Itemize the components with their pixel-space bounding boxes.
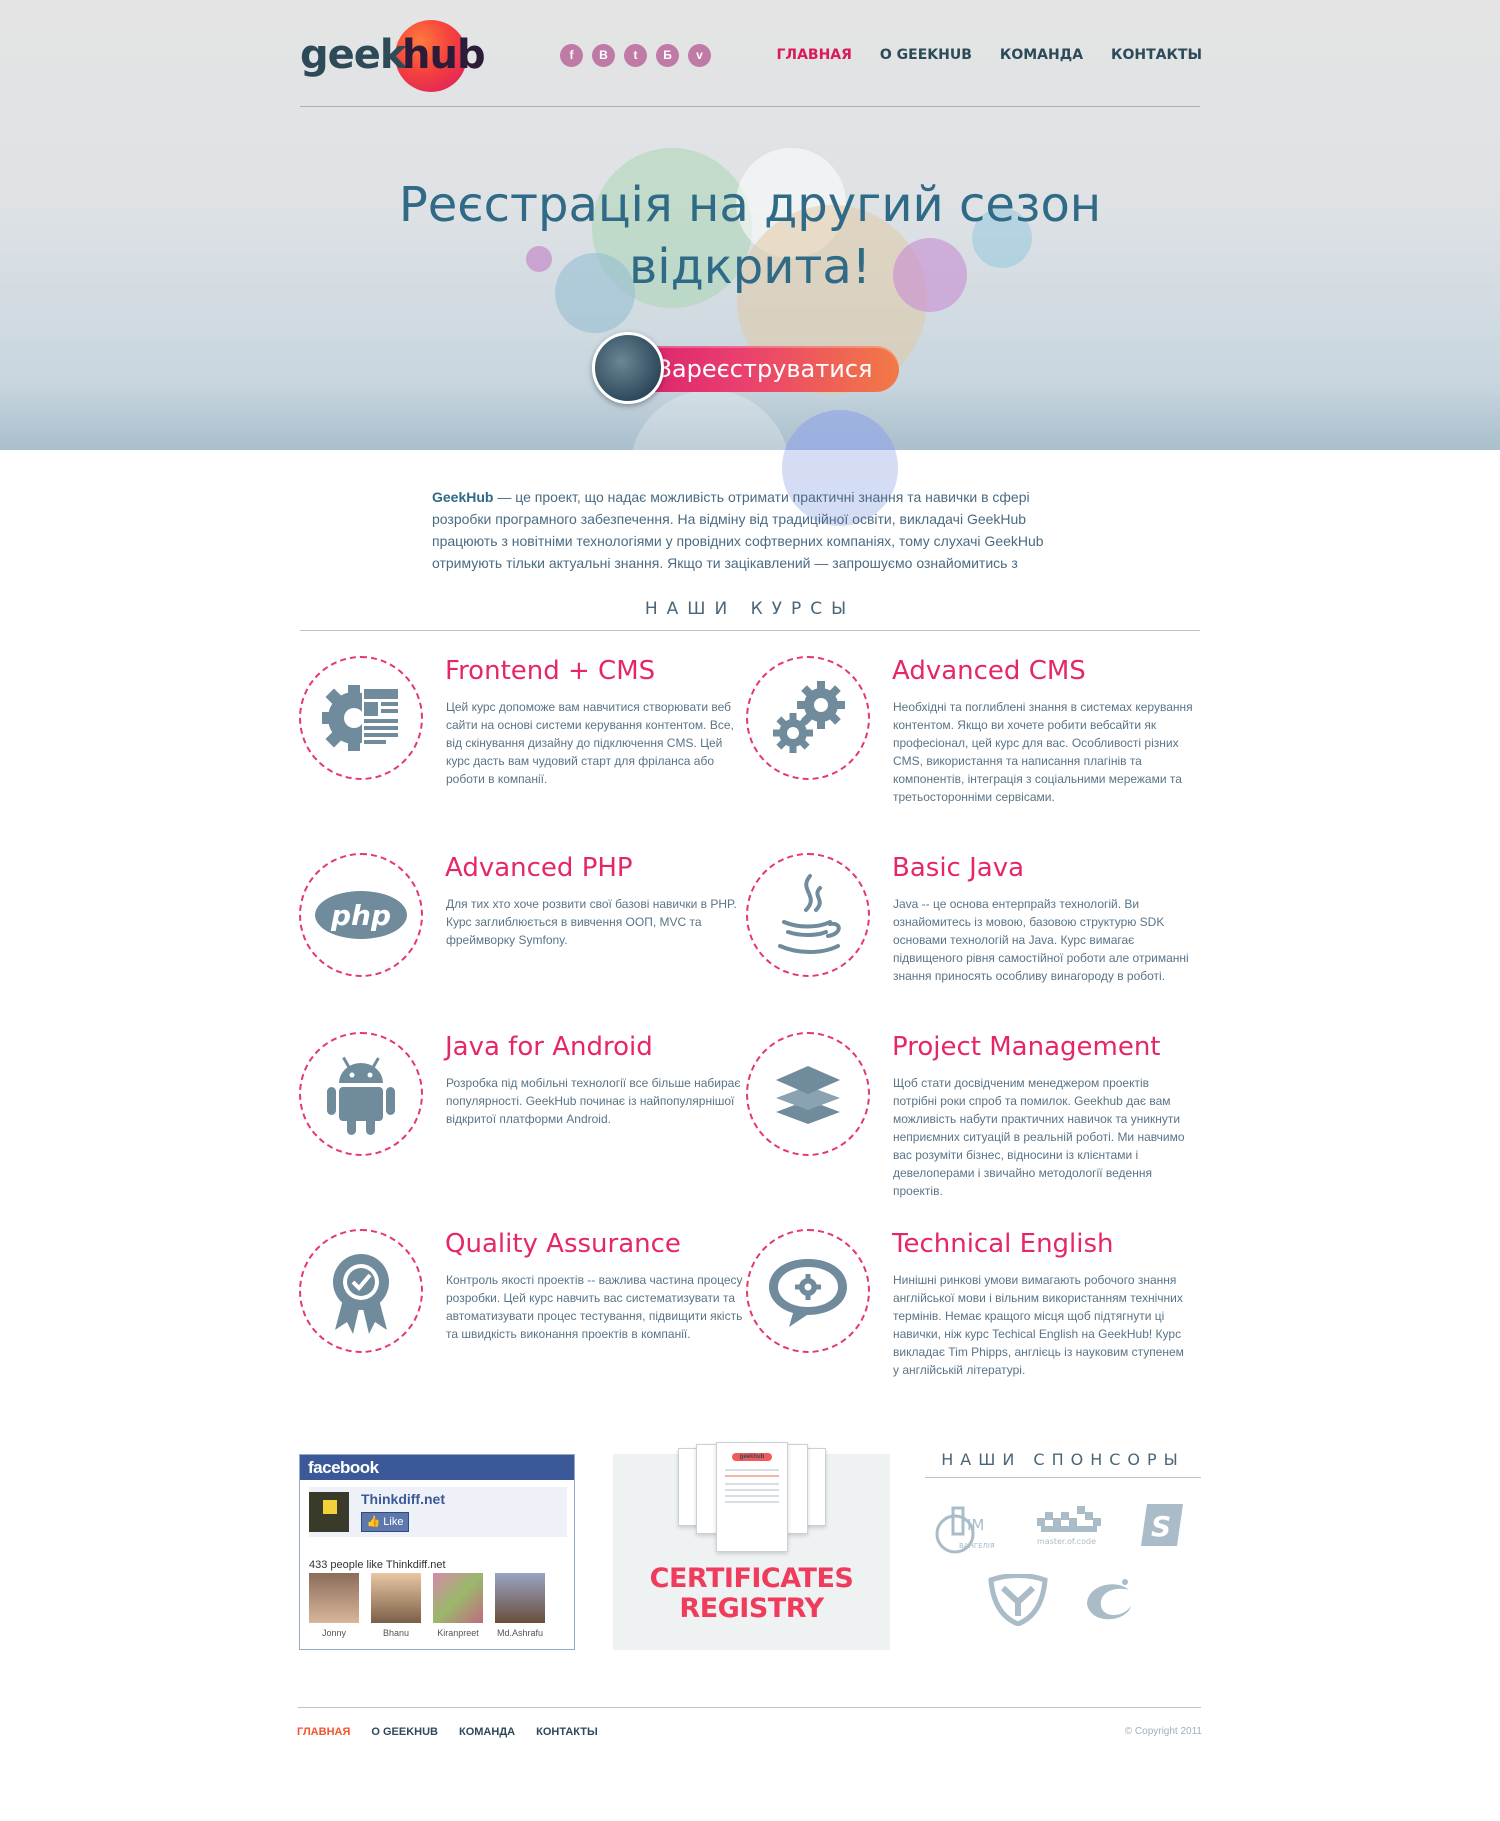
geekhub-logo[interactable]: geek hub <box>300 18 486 92</box>
gears-icon <box>746 656 870 780</box>
main-nav: ГЛАВНАЯ О GEEKHUB КОМАНДА КОНТАКТЫ <box>777 47 1202 63</box>
course-description: Розробка під мобільні технології все біл… <box>446 1076 741 1126</box>
facebook-person[interactable]: Bhanu <box>371 1573 421 1638</box>
hero-title: Реєстрація на другий сезон відкрита! <box>0 174 1500 298</box>
footer-nav-home[interactable]: ГЛАВНАЯ <box>297 1726 350 1738</box>
certificates-registry-banner[interactable]: geekhub CERTIFICATES REGISTRY <box>613 1442 890 1650</box>
certificate-documents-icon: geekhub <box>678 1442 826 1560</box>
layers-icon <box>746 1032 870 1156</box>
svg-text:php: php <box>330 899 391 932</box>
facebook-like-count: 433 people like Thinkdiff.net <box>309 1559 446 1571</box>
nav-about[interactable]: О GEEKHUB <box>880 47 972 63</box>
svg-text:S: S <box>1151 1510 1171 1543</box>
course-description: Нинішні ринкові умови вимагають робочого… <box>893 1273 1184 1377</box>
facebook-page-thumbnail[interactable] <box>309 1492 349 1532</box>
hero-title-line2: відкрита! <box>628 239 872 295</box>
intro-brand: GeekHub <box>432 489 494 505</box>
avatar[interactable] <box>309 1573 359 1623</box>
java-icon <box>746 853 870 977</box>
php-icon: php <box>299 853 423 977</box>
master-of-code-logo[interactable]: master.of.code <box>1033 1502 1107 1548</box>
facebook-icon[interactable]: f <box>560 44 583 67</box>
intro-body: — це проект, що надає можливість отримат… <box>432 489 1044 571</box>
svg-text:ВАНГЕЛІЯ: ВАНГЕЛІЯ <box>959 1542 995 1550</box>
course-title[interactable]: Java for Android <box>445 1032 653 1062</box>
nav-contacts[interactable]: КОНТАКТЫ <box>1111 47 1202 63</box>
y-shield-logo[interactable] <box>987 1573 1049 1627</box>
avatar[interactable] <box>371 1573 421 1623</box>
logo-hub-text: hub <box>402 32 486 78</box>
vkontakte-icon[interactable]: B <box>592 44 615 67</box>
footer-nav-about[interactable]: О GEEKHUB <box>371 1726 438 1738</box>
certificates-registry-text[interactable]: CERTIFICATES REGISTRY <box>613 1564 890 1624</box>
intro-text: GeekHub — це проект, що надає можливість… <box>432 486 1092 574</box>
courses-divider <box>300 630 1200 631</box>
hero-banner: Реєстрація на другий сезон відкрита! Зар… <box>0 0 1500 450</box>
course-description: Щоб стати досвідченим менеджером проекті… <box>893 1076 1185 1198</box>
swirl-logo[interactable] <box>1079 1574 1139 1626</box>
footer-nav: ГЛАВНАЯ О GEEKHUB КОМАНДА КОНТАКТЫ <box>297 1726 598 1738</box>
facebook-header: facebook <box>300 1455 574 1480</box>
social-links: f B t Б v <box>560 44 711 67</box>
s-logo[interactable]: S <box>1137 1502 1187 1548</box>
facebook-page[interactable]: Thinkdiff.net 👍 Like <box>309 1487 567 1537</box>
facebook-like-button[interactable]: 👍 Like <box>361 1512 409 1532</box>
sponsors-block: НАШИ СПОНСОРЫ IM ВАНГЕЛІЯ master.of.code… <box>925 1450 1201 1650</box>
avatar[interactable] <box>433 1573 483 1623</box>
course-title[interactable]: Basic Java <box>892 853 1024 883</box>
facebook-person[interactable]: Md.Ashrafu <box>495 1573 545 1638</box>
courses-heading: НАШИ КУРСЫ <box>644 599 856 619</box>
course-description: Необхідні та поглиблені знання в система… <box>893 700 1193 804</box>
copyright: © Copyright 2011 <box>1124 1726 1202 1737</box>
im-vangelia-logo[interactable]: IM ВАНГЕЛІЯ <box>933 1500 1003 1560</box>
course-description: Контроль якості проектів -- важлива част… <box>446 1273 743 1341</box>
nav-home[interactable]: ГЛАВНАЯ <box>777 47 852 63</box>
twitter-icon[interactable]: t <box>624 44 647 67</box>
footer-divider <box>298 1707 1201 1708</box>
nav-team[interactable]: КОМАНДА <box>1000 47 1083 63</box>
vimeo-icon[interactable]: v <box>688 44 711 67</box>
svg-text:master.of.code: master.of.code <box>1037 1537 1096 1546</box>
course-title[interactable]: Advanced PHP <box>445 853 633 883</box>
speech-gear-icon <box>746 1229 870 1353</box>
facebook-like-box: facebook Thinkdiff.net 👍 Like 433 people… <box>299 1454 575 1650</box>
android-icon <box>299 1032 423 1156</box>
course-title[interactable]: Advanced CMS <box>892 656 1086 686</box>
avatar[interactable] <box>495 1573 545 1623</box>
sponsors-divider <box>925 1477 1201 1478</box>
facebook-person[interactable]: Kiranpreet <box>433 1573 483 1638</box>
header-divider <box>300 106 1200 107</box>
register-button[interactable]: Зареєструватися <box>592 332 899 404</box>
facebook-page-name[interactable]: Thinkdiff.net <box>361 1491 445 1507</box>
course-description: Цей курс допоможе вам навчитися створюва… <box>446 700 734 786</box>
cms-gear-icon <box>299 656 423 780</box>
hero-title-line1: Реєстрація на другий сезон <box>398 177 1102 233</box>
facebook-people: Jonny Bhanu Kiranpreet Md.Ashrafu <box>309 1573 545 1638</box>
course-title[interactable]: Project Management <box>892 1032 1161 1062</box>
course-title[interactable]: Frontend + CMS <box>445 656 655 686</box>
course-title[interactable]: Technical English <box>892 1229 1114 1259</box>
course-title[interactable]: Quality Assurance <box>445 1229 681 1259</box>
register-knob-icon <box>592 332 664 404</box>
facebook-person[interactable]: Jonny <box>309 1573 359 1638</box>
course-description: Java -- це основа ентерпрайз технологій.… <box>893 897 1189 983</box>
quality-badge-icon <box>299 1229 423 1353</box>
footer-nav-contacts[interactable]: КОНТАКТЫ <box>536 1726 598 1738</box>
course-description: Для тих хто хоче розвити свої базові нав… <box>446 897 737 947</box>
livejournal-icon[interactable]: Б <box>656 44 679 67</box>
sponsors-heading: НАШИ СПОНСОРЫ <box>941 1450 1185 1469</box>
logo-geek-text: geek <box>300 32 406 78</box>
footer-nav-team[interactable]: КОМАНДА <box>459 1726 515 1738</box>
svg-text:IM: IM <box>967 1516 984 1534</box>
